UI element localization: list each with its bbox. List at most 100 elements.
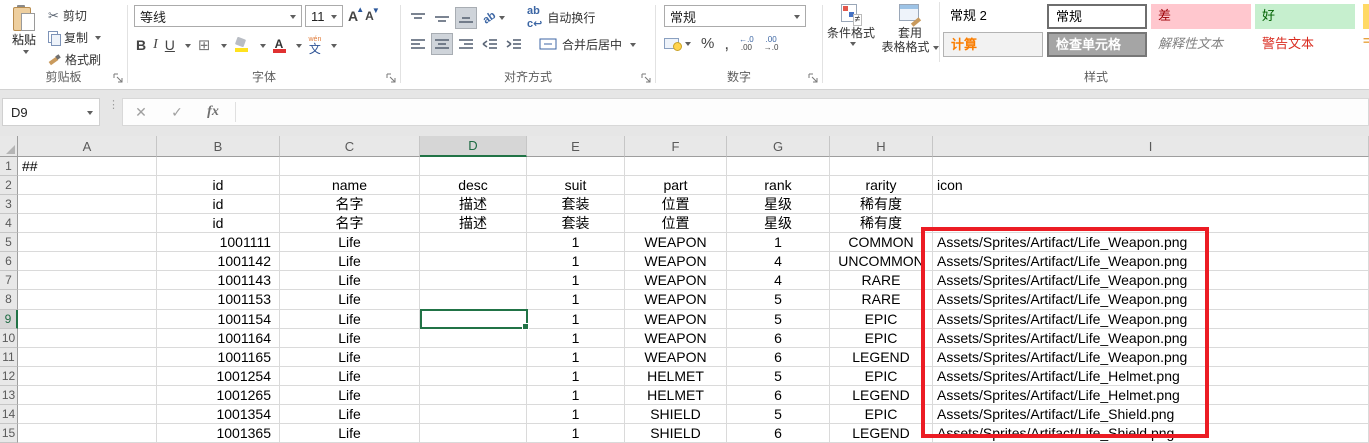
cell-A3[interactable] (18, 195, 157, 214)
row-header-4[interactable]: 4 (0, 214, 18, 233)
cell-D8[interactable] (420, 290, 527, 309)
cell-G14[interactable]: 5 (727, 405, 830, 424)
cell-D3[interactable]: 描述 (420, 195, 527, 214)
cell-E13[interactable]: 1 (527, 386, 625, 405)
cut-button[interactable]: ✂ 剪切 (48, 6, 101, 24)
cell-F15[interactable]: SHIELD (625, 424, 727, 443)
cell-D12[interactable] (420, 367, 527, 386)
cell-E11[interactable]: 1 (527, 348, 625, 367)
cell-H7[interactable]: RARE (830, 271, 933, 290)
cell-F10[interactable]: WEAPON (625, 329, 727, 348)
cell-D14[interactable] (420, 405, 527, 424)
cell-style-6[interactable]: 检查单元格 (1047, 32, 1147, 57)
cell-D13[interactable] (420, 386, 527, 405)
cell-B8[interactable]: 1001153 (157, 290, 280, 309)
cell-I15[interactable]: Assets/Sprites/Artifact/Life_Shield.png (933, 424, 1369, 443)
cell-G2[interactable]: rank (727, 176, 830, 195)
cell-B5[interactable]: 1001111 (157, 233, 280, 252)
cell-F5[interactable]: WEAPON (625, 233, 727, 252)
cell-C14[interactable]: Life (280, 405, 420, 424)
cell-D4[interactable]: 描述 (420, 214, 527, 233)
cell-H10[interactable]: EPIC (830, 329, 933, 348)
number-format-select[interactable]: 常规 (664, 5, 806, 27)
cell-C8[interactable]: Life (280, 290, 420, 309)
wrap-text-button[interactable]: abc↩ 自动换行 (527, 5, 595, 30)
name-box[interactable]: D9 (2, 98, 100, 126)
row-header-7[interactable]: 7 (0, 271, 18, 290)
cell-F13[interactable]: HELMET (625, 386, 727, 405)
column-header-E[interactable]: E (527, 136, 625, 157)
align-right-button[interactable] (455, 33, 477, 55)
cell-C2[interactable]: name (280, 176, 420, 195)
cell-C5[interactable]: Life (280, 233, 420, 252)
cell-C6[interactable]: Life (280, 252, 420, 271)
accounting-format-button[interactable] (664, 37, 691, 51)
enter-icon[interactable]: ✓ (159, 104, 195, 121)
cell-E5[interactable]: 1 (527, 233, 625, 252)
cell-A6[interactable] (18, 252, 157, 271)
cell-I6[interactable]: Assets/Sprites/Artifact/Life_Weapon.png (933, 252, 1369, 271)
cell-F3[interactable]: 位置 (625, 195, 727, 214)
cell-F9[interactable]: WEAPON (625, 310, 727, 329)
merge-center-button[interactable]: 合并后居中 (539, 36, 636, 53)
cell-I10[interactable]: Assets/Sprites/Artifact/Life_Weapon.png (933, 329, 1369, 348)
cell-I12[interactable]: Assets/Sprites/Artifact/Life_Helmet.png (933, 367, 1369, 386)
cell-H8[interactable]: RARE (830, 290, 933, 309)
cell-style-partial-2[interactable]: = (1363, 33, 1369, 58)
copy-button[interactable]: 复制 (48, 28, 101, 46)
cell-F7[interactable]: WEAPON (625, 271, 727, 290)
cell-G6[interactable]: 4 (727, 252, 830, 271)
column-header-I[interactable]: I (933, 136, 1369, 157)
decrease-decimal-button[interactable]: .00 →.0 (764, 36, 779, 52)
cell-I5[interactable]: Assets/Sprites/Artifact/Life_Weapon.png (933, 233, 1369, 252)
cell-I2[interactable]: icon (933, 176, 1369, 195)
cell-style-8[interactable]: 警告文本 (1255, 32, 1355, 57)
row-header-3[interactable]: 3 (0, 195, 18, 214)
cell-B15[interactable]: 1001365 (157, 424, 280, 443)
italic-button[interactable]: I (153, 37, 158, 53)
align-middle-button[interactable] (431, 7, 453, 29)
cell-H6[interactable]: UNCOMMON (830, 252, 933, 271)
cell-G3[interactable]: 星级 (727, 195, 830, 214)
cell-C4[interactable]: 名字 (280, 214, 420, 233)
select-all-corner[interactable] (0, 136, 18, 157)
orientation-button[interactable]: ab (479, 7, 509, 29)
cell-D5[interactable] (420, 233, 527, 252)
cell-B1[interactable] (157, 157, 280, 176)
cell-A14[interactable] (18, 405, 157, 424)
cell-A11[interactable] (18, 348, 157, 367)
cell-D6[interactable] (420, 252, 527, 271)
cell-A15[interactable] (18, 424, 157, 443)
fill-color-button[interactable] (234, 37, 250, 53)
cell-I4[interactable] (933, 214, 1369, 233)
cell-E7[interactable]: 1 (527, 271, 625, 290)
cell-I14[interactable]: Assets/Sprites/Artifact/Life_Shield.png (933, 405, 1369, 424)
cell-E8[interactable]: 1 (527, 290, 625, 309)
cell-B10[interactable]: 1001164 (157, 329, 280, 348)
cell-I13[interactable]: Assets/Sprites/Artifact/Life_Helmet.png (933, 386, 1369, 405)
cell-I9[interactable]: Assets/Sprites/Artifact/Life_Weapon.png (933, 310, 1369, 329)
alignment-dialog-launcher[interactable] (641, 73, 652, 84)
chevron-down-icon[interactable] (185, 44, 191, 51)
font-color-button[interactable]: A (273, 37, 286, 53)
chevron-down-icon[interactable] (296, 44, 302, 51)
cell-B14[interactable]: 1001354 (157, 405, 280, 424)
row-header-1[interactable]: 1 (0, 157, 18, 176)
column-header-F[interactable]: F (625, 136, 727, 157)
row-header-2[interactable]: 2 (0, 176, 18, 195)
row-header-6[interactable]: 6 (0, 252, 18, 271)
cell-E15[interactable]: 1 (527, 424, 625, 443)
cell-G4[interactable]: 星级 (727, 214, 830, 233)
phonetic-guide-button[interactable]: wén 文 (309, 36, 322, 55)
row-header-11[interactable]: 11 (0, 348, 18, 367)
cell-H3[interactable]: 稀有度 (830, 195, 933, 214)
column-header-G[interactable]: G (727, 136, 830, 157)
borders-button[interactable]: ⊞ (198, 38, 211, 53)
cell-C3[interactable]: 名字 (280, 195, 420, 214)
cell-H13[interactable]: LEGEND (830, 386, 933, 405)
column-header-D[interactable]: D (420, 136, 527, 157)
chevron-down-icon[interactable] (221, 44, 227, 51)
align-left-button[interactable] (407, 33, 429, 55)
cell-A13[interactable] (18, 386, 157, 405)
cell-G7[interactable]: 4 (727, 271, 830, 290)
